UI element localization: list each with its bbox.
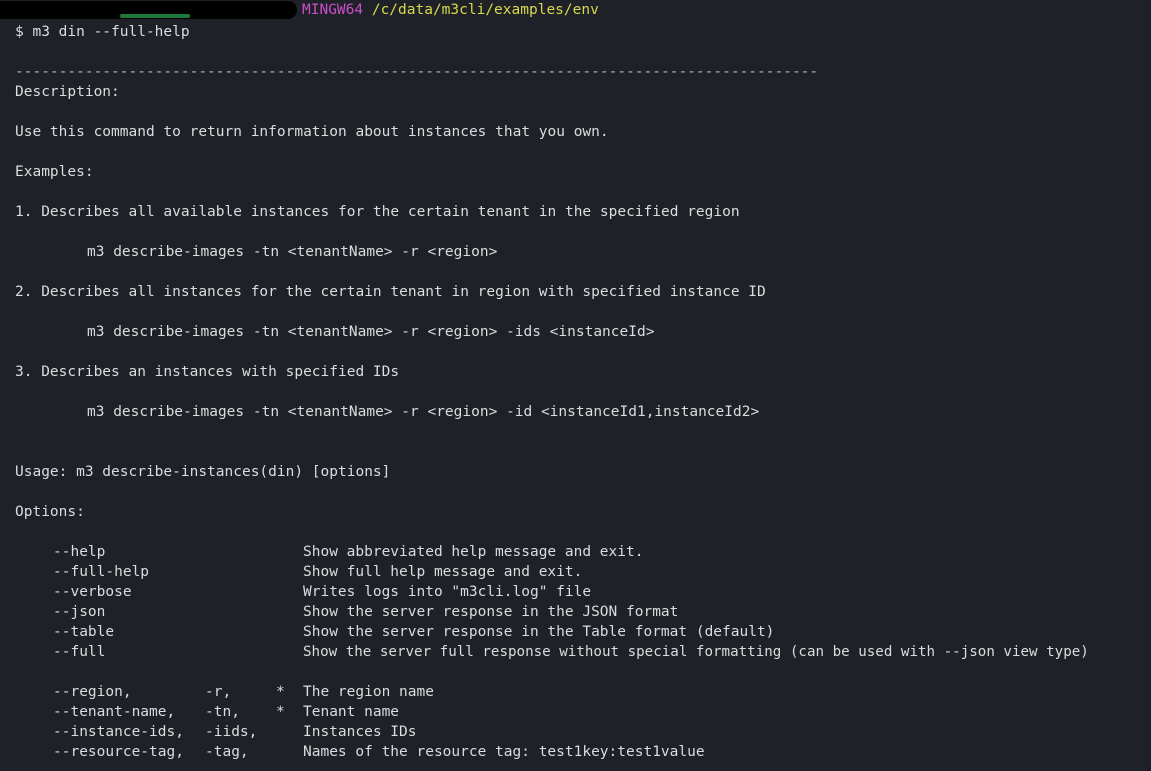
example-title: 2. Describes all instances for the certa… xyxy=(15,284,766,300)
option-flag: --verbose xyxy=(53,584,132,600)
prompt-env-path: MINGW64 /c/data/m3cli/examples/env xyxy=(302,0,599,20)
examples-header: Examples: xyxy=(15,164,94,180)
param-short-flag: -iids, xyxy=(205,724,258,740)
example-title: 3. Describes an instances with specified… xyxy=(15,364,400,380)
options-header: Options: xyxy=(15,504,85,520)
option-desc: Show abbreviated help message and exit. xyxy=(303,544,644,560)
option-desc: Show full help message and exit. xyxy=(303,564,583,580)
option-desc: Writes logs into "m3cli.log" file xyxy=(303,584,592,600)
param-desc: Names of the resource tag: test1key:test… xyxy=(303,744,705,760)
command-line: $ m3 din --full-help xyxy=(15,24,190,40)
redacted-user-host-tail xyxy=(120,14,190,18)
param-flag: --region, xyxy=(53,684,132,700)
required-marker: * xyxy=(276,684,285,700)
param-flag: --tenant-name, xyxy=(53,704,176,720)
option-desc: Show the server response in the Table fo… xyxy=(303,624,775,640)
example-command: m3 describe-images -tn <tenantName> -r <… xyxy=(87,324,655,340)
terminal-window[interactable]: MINGW64 /c/data/m3cli/examples/env $ m3 … xyxy=(0,0,1151,771)
required-marker: * xyxy=(276,704,285,720)
example-command: m3 describe-images -tn <tenantName> -r <… xyxy=(87,244,498,260)
param-short-flag: -tn, xyxy=(205,704,240,720)
description-text: Use this command to return information a… xyxy=(15,124,609,140)
example-command: m3 describe-images -tn <tenantName> -r <… xyxy=(87,404,760,420)
param-desc: The region name xyxy=(303,684,434,700)
prompt-path: /c/data/m3cli/examples/env xyxy=(371,2,599,18)
option-flag: --json xyxy=(53,604,106,620)
option-flag: --full-help xyxy=(53,564,150,580)
option-flag: --table xyxy=(53,624,115,640)
param-flag: --instance-ids, xyxy=(53,724,184,740)
param-desc: Instances IDs xyxy=(303,724,417,740)
option-flag: --full xyxy=(53,644,106,660)
option-desc: Show the server full response without sp… xyxy=(303,644,1089,660)
option-flag: --help xyxy=(53,544,106,560)
param-short-flag: -tag, xyxy=(205,744,249,760)
separator-line: ----------------------------------------… xyxy=(15,64,819,80)
description-header: Description: xyxy=(15,84,120,100)
example-title: 1. Describes all available instances for… xyxy=(15,204,740,220)
param-short-flag: -r, xyxy=(205,684,232,700)
prompt-env: MINGW64 xyxy=(302,2,364,18)
param-desc: Tenant name xyxy=(303,704,400,720)
usage-line: Usage: m3 describe-instances(din) [optio… xyxy=(15,464,391,480)
option-desc: Show the server response in the JSON for… xyxy=(303,604,679,620)
param-flag: --resource-tag, xyxy=(53,744,184,760)
